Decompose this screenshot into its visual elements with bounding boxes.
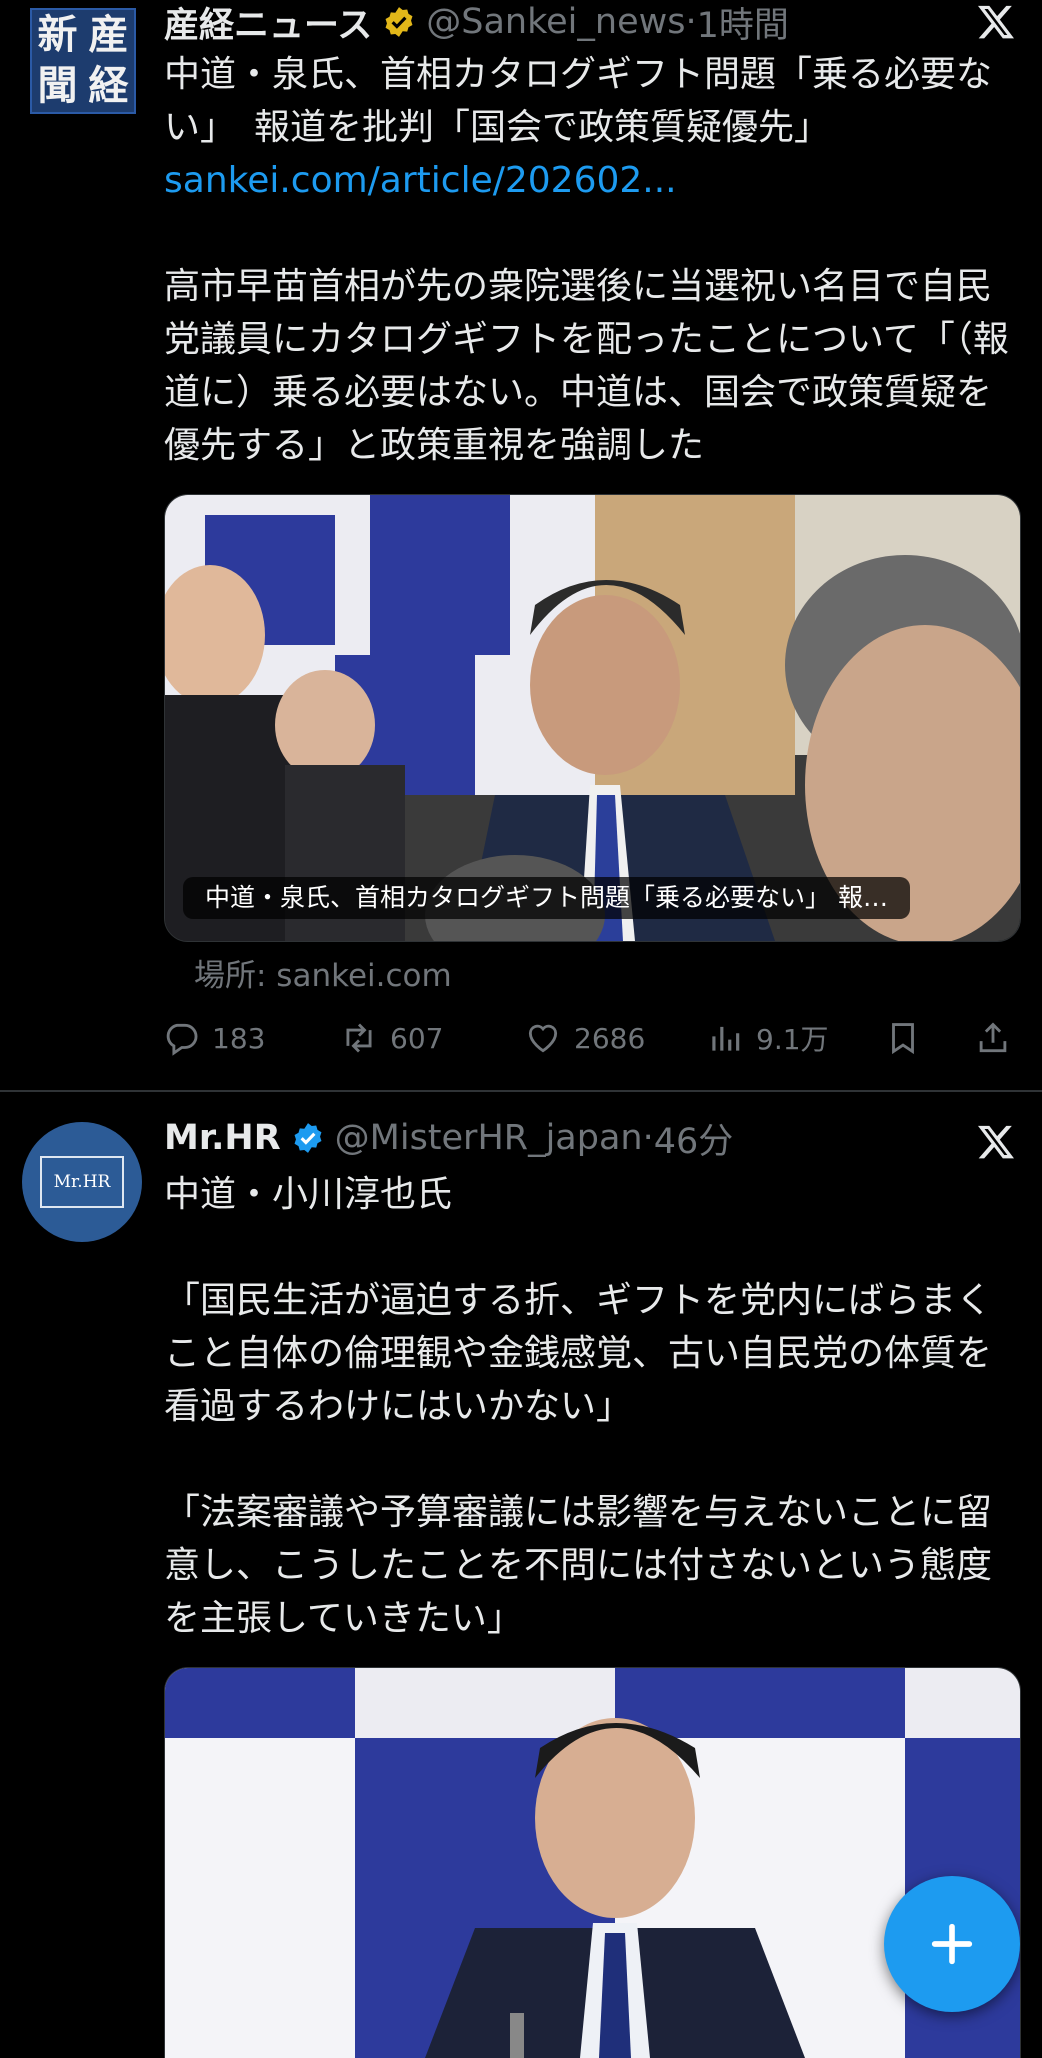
avatar-char: 新 — [37, 11, 78, 58]
reply-button[interactable]: 183 — [162, 1010, 265, 1066]
author-name[interactable]: Mr.HR — [164, 1118, 281, 1158]
x-logo-icon — [978, 5, 1014, 39]
views-button[interactable]: 9.1万 — [706, 1010, 829, 1066]
avatar-char: 聞 — [37, 62, 78, 109]
like-button[interactable]: 2686 — [524, 1010, 645, 1066]
retweet-count: 607 — [390, 1021, 444, 1055]
timestamp[interactable]: 46分 — [654, 1113, 734, 1164]
compose-button[interactable] — [884, 1876, 1020, 2012]
tweet-header: Mr.HR @MisterHR_japan · 46分 — [164, 1116, 733, 1162]
verified-gold-icon — [385, 7, 413, 37]
tweet-text: 中道・泉氏、首相カタログギフト問題「乗る必要ない」 報道を批判「国会で政策質疑優… — [164, 48, 1022, 472]
author-name[interactable]: 産経ニュース — [164, 0, 372, 48]
verified-blue-icon — [294, 1123, 322, 1153]
tweet-header: 産経ニュース @Sankei_news · 1時間 — [164, 0, 789, 46]
press-conference-photo — [165, 1668, 1020, 2058]
separator-dot: · — [685, 2, 697, 42]
avatar-label: Mr.HR — [40, 1156, 124, 1208]
avatar-char: 産 — [88, 11, 129, 58]
author-handle[interactable]: @Sankei_news — [426, 2, 685, 42]
tweet-headline: 中道・泉氏、首相カタログギフト問題「乗る必要ない」 報道を批判「国会で政策質疑優… — [164, 54, 993, 148]
reply-count: 183 — [212, 1021, 266, 1055]
card-title: 中道・泉氏、首相カタログギフト問題「乗る必要ない」 報… — [183, 877, 910, 919]
share-button[interactable] — [974, 1010, 1024, 1066]
timestamp[interactable]: 1時間 — [697, 0, 789, 48]
heart-icon — [528, 1024, 558, 1053]
tweet-body: 高市早苗首相が先の衆院選後に当選祝い名目で自民党議員にカタログギフトを配ったこと… — [164, 266, 1009, 466]
views-count: 9.1万 — [756, 1023, 829, 1056]
separator-dot: · — [642, 1118, 654, 1158]
views-chart-icon — [712, 1026, 740, 1051]
like-count: 2686 — [574, 1021, 646, 1055]
bookmark-icon — [892, 1023, 914, 1055]
x-logo-icon — [978, 1125, 1014, 1159]
bookmark-button[interactable] — [884, 1010, 934, 1066]
link-card-image[interactable]: 中道・泉氏、首相カタログギフト問題「乗る必要ない」 報… — [164, 494, 1021, 942]
author-handle[interactable]: @MisterHR_japan — [335, 1118, 643, 1158]
retweet-button[interactable]: 607 — [340, 1010, 443, 1066]
article-link[interactable]: sankei.com/article/202602... — [164, 160, 677, 201]
share-icon — [979, 1022, 1007, 1053]
tweet-image[interactable] — [164, 1667, 1021, 2058]
tweet-text: 中道・小川淳也氏 「国民生活が逼迫する折、ギフトを党内にばらまくこと自体の倫理観… — [164, 1174, 993, 1639]
action-bar: 183 607 2686 9.1万 — [162, 1010, 1022, 1066]
mrhr-avatar[interactable]: Mr.HR — [22, 1122, 142, 1242]
plus-icon — [931, 1923, 973, 1965]
sankei-avatar[interactable]: 新 産 聞 経 — [30, 8, 136, 114]
avatar-char: 経 — [88, 62, 129, 109]
card-source[interactable]: 場所: sankei.com — [194, 950, 452, 995]
tweet-sankei[interactable]: 新 産 聞 経 産経ニュース @Sankei_news · 1時間 中道・泉氏、… — [0, 0, 1042, 1090]
press-conference-photo — [165, 495, 1020, 941]
reply-icon — [166, 1023, 198, 1056]
tweet-mrhr[interactable]: Mr.HR Mr.HR @MisterHR_japan · 46分 中道・小川淳… — [0, 1092, 1042, 2058]
retweet-icon — [346, 1023, 372, 1053]
